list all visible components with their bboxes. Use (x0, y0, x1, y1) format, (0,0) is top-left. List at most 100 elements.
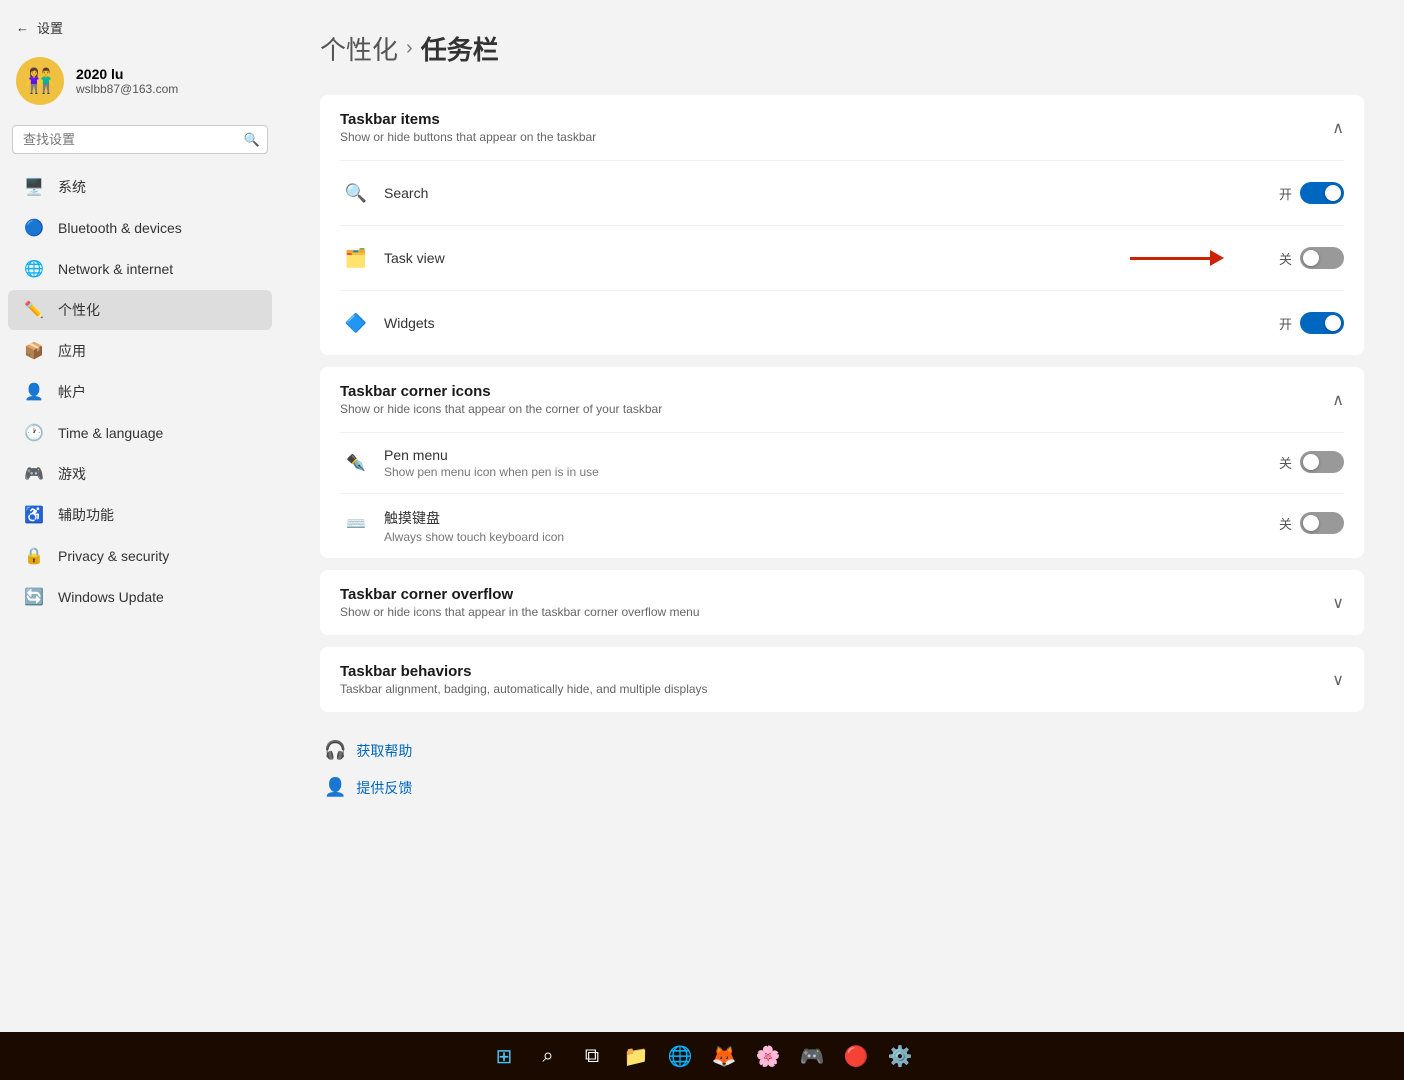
sidebar-item-personalization[interactable]: ✏️ 个性化 (8, 290, 272, 330)
footer-links: 🎧 获取帮助 👤 提供反馈 (320, 732, 1364, 806)
nav-label-update: Windows Update (58, 589, 164, 605)
sections-container: Taskbar items Show or hide buttons that … (320, 95, 1364, 712)
taskbar-symbol-taskview: ⧉ (585, 1045, 599, 1068)
section-chevron-taskbar-corner-overflow: ∨ (1332, 593, 1344, 613)
breadcrumb-separator: › (406, 37, 413, 60)
section-taskbar-items: Taskbar items Show or hide buttons that … (320, 95, 1364, 355)
toggle-label-widgets: 开 (1279, 314, 1292, 333)
row-right-widgets: 开 (1279, 312, 1344, 334)
nav-icon-system: 🖥️ (24, 177, 44, 197)
back-button[interactable]: ← 设置 (0, 10, 280, 45)
sidebar-item-accounts[interactable]: 👤 帐户 (8, 372, 272, 412)
taskbar-symbol-browser2: 🦊 (712, 1044, 737, 1069)
sidebar-item-network[interactable]: 🌐 Network & internet (8, 249, 272, 289)
search-input[interactable] (12, 125, 268, 154)
footer-icon-get-help: 🎧 (324, 740, 346, 761)
taskbar-icon-settings[interactable]: ⚙️ (880, 1036, 920, 1076)
sidebar-item-time[interactable]: 🕐 Time & language (8, 413, 272, 453)
toggle-knob-widgets (1325, 315, 1341, 331)
user-profile: 👫 2020 lu wslbb87@163.com (0, 45, 280, 125)
arrow-head (1210, 250, 1224, 266)
taskbar-symbol-search: ⌕ (542, 1045, 553, 1068)
taskbar-icon-app3[interactable]: 🔴 (836, 1036, 876, 1076)
toggle-label-taskview: 关 (1279, 249, 1292, 268)
sub-row-subtitle-pen-menu: Show pen menu icon when pen is in use (384, 465, 1279, 479)
sidebar-item-bluetooth[interactable]: 🔵 Bluetooth & devices (8, 208, 272, 248)
row-right-search: 开 (1279, 182, 1344, 204)
row-icon-search: 🔍 (340, 177, 372, 209)
breadcrumb-current: 任务栏 (421, 30, 499, 67)
breadcrumb-parent: 个性化 (320, 30, 398, 67)
section-header-taskbar-corner-overflow[interactable]: Taskbar corner overflow Show or hide ico… (320, 570, 1364, 635)
taskbar-symbol-app2: 🎮 (800, 1044, 825, 1069)
row-label-search: Search (384, 185, 1279, 201)
sidebar-item-update[interactable]: 🔄 Windows Update (8, 577, 272, 617)
footer-label-feedback: 提供反馈 (356, 778, 412, 798)
section-chevron-taskbar-corner-icons: ∧ (1332, 390, 1344, 410)
footer-link-get-help[interactable]: 🎧 获取帮助 (324, 732, 1360, 769)
nav-icon-privacy: 🔒 (24, 546, 44, 566)
section-subtitle-taskbar-behaviors: Taskbar alignment, badging, automaticall… (340, 682, 708, 696)
row-label-widgets: Widgets (384, 315, 1279, 331)
section-subtitle-taskbar-corner-icons: Show or hide icons that appear on the co… (340, 402, 662, 416)
nav-icon-accounts: 👤 (24, 382, 44, 402)
user-info: 2020 lu wslbb87@163.com (76, 66, 178, 96)
nav-icon-gaming: 🎮 (24, 464, 44, 484)
sub-toggle-touch-keyboard[interactable] (1300, 512, 1344, 534)
sub-row-content-pen-menu: Pen menu Show pen menu icon when pen is … (384, 447, 1279, 479)
footer-link-feedback[interactable]: 👤 提供反馈 (324, 769, 1360, 806)
sidebar-item-gaming[interactable]: 🎮 游戏 (8, 454, 272, 494)
toggle-search[interactable] (1300, 182, 1344, 204)
section-taskbar-corner-icons: Taskbar corner icons Show or hide icons … (320, 367, 1364, 558)
sidebar-item-system[interactable]: 🖥️ 系统 (8, 167, 272, 207)
taskbar-icon-search[interactable]: ⌕ (528, 1036, 568, 1076)
sub-toggle-pen-menu[interactable] (1300, 451, 1344, 473)
main-content: 个性化 › 任务栏 Taskbar items Show or hide but… (280, 0, 1404, 1032)
section-taskbar-corner-overflow: Taskbar corner overflow Show or hide ico… (320, 570, 1364, 635)
taskbar-icon-browser1[interactable]: 🌐 (660, 1036, 700, 1076)
nav-label-personalization: 个性化 (58, 300, 100, 320)
sidebar-item-privacy[interactable]: 🔒 Privacy & security (8, 536, 272, 576)
taskbar-icon-app2[interactable]: 🎮 (792, 1036, 832, 1076)
nav-icon-time: 🕐 (24, 423, 44, 443)
arrow-line (1130, 257, 1210, 260)
setting-row-widgets: 🔷 Widgets 开 (340, 290, 1344, 355)
nav-label-apps: 应用 (58, 341, 86, 361)
nav-icon-network: 🌐 (24, 259, 44, 279)
toggle-taskview[interactable] (1300, 247, 1344, 269)
nav-label-system: 系统 (58, 177, 86, 197)
toggle-widgets[interactable] (1300, 312, 1344, 334)
section-header-taskbar-items[interactable]: Taskbar items Show or hide buttons that … (320, 95, 1364, 160)
sub-toggle-label-touch-keyboard: 关 (1279, 514, 1292, 533)
row-icon-taskview: 🗂️ (340, 242, 372, 274)
taskbar-symbol-app3: 🔴 (844, 1044, 869, 1069)
search-box: 🔍 (12, 125, 268, 154)
sidebar-item-apps[interactable]: 📦 应用 (8, 331, 272, 371)
section-chevron-taskbar-behaviors: ∨ (1332, 670, 1344, 690)
section-header-taskbar-corner-icons[interactable]: Taskbar corner icons Show or hide icons … (320, 367, 1364, 432)
sub-row-pen-menu: ✒️ Pen menu Show pen menu icon when pen … (340, 432, 1344, 493)
back-icon: ← (16, 20, 29, 35)
sub-row-right-touch-keyboard: 关 (1279, 512, 1344, 534)
sub-toggle-knob-touch-keyboard (1303, 515, 1319, 531)
taskbar-icon-browser2[interactable]: 🦊 (704, 1036, 744, 1076)
nav-label-bluetooth: Bluetooth & devices (58, 220, 182, 236)
taskbar-icon-taskview[interactable]: ⧉ (572, 1036, 612, 1076)
taskbar-icon-start[interactable]: ⊞ (484, 1036, 524, 1076)
toggle-knob-taskview (1303, 250, 1319, 266)
nav-icon-update: 🔄 (24, 587, 44, 607)
section-title-taskbar-behaviors: Taskbar behaviors (340, 663, 708, 680)
nav-icon-apps: 📦 (24, 341, 44, 361)
sub-toggle-knob-pen-menu (1303, 454, 1319, 470)
sidebar-item-accessibility[interactable]: ♿ 辅助功能 (8, 495, 272, 535)
nav-label-network: Network & internet (58, 261, 173, 277)
section-header-taskbar-behaviors[interactable]: Taskbar behaviors Taskbar alignment, bad… (320, 647, 1364, 712)
section-chevron-taskbar-items: ∧ (1332, 118, 1344, 138)
nav-label-accessibility: 辅助功能 (58, 505, 114, 525)
nav-label-privacy: Privacy & security (58, 548, 169, 564)
taskbar-icon-app1[interactable]: 🌸 (748, 1036, 788, 1076)
sub-row-right-pen-menu: 关 (1279, 451, 1344, 473)
taskbar-symbol-browser1: 🌐 (668, 1044, 693, 1069)
taskbar-icon-fileexplorer[interactable]: 📁 (616, 1036, 656, 1076)
setting-row-search: 🔍 Search 开 (340, 160, 1344, 225)
